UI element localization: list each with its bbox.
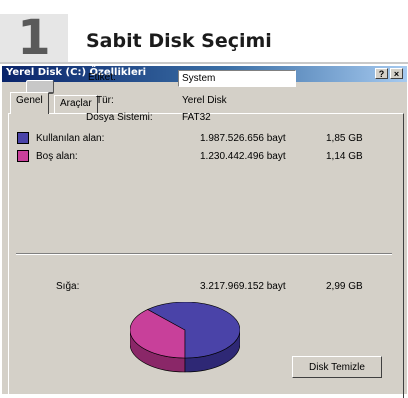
close-button[interactable]: × [390, 68, 403, 79]
capacity-size: 2,99 GB [326, 281, 363, 292]
page-header: 1 Sabit Disk Seçimi [0, 0, 408, 62]
help-button[interactable]: ? [375, 68, 388, 79]
used-space-bytes: 1.987.526.656 bayt [200, 133, 286, 144]
type-label: Tür: [96, 95, 114, 106]
used-space-color [17, 132, 29, 144]
type-value: Yerel Disk [182, 95, 227, 106]
step-number: 1 [0, 14, 68, 62]
capacity-separator [16, 253, 392, 255]
tab-general[interactable]: Genel [10, 92, 49, 114]
capacity-label: Sığa: [56, 281, 80, 292]
header-divider [0, 62, 408, 64]
tab-tools[interactable]: Araçlar [54, 95, 98, 113]
capacity-bytes: 3.217.969.152 bayt [200, 281, 286, 292]
free-space-size: 1,14 GB [326, 151, 363, 162]
dialog-title: Yerel Disk (C:) Özellikleri [6, 67, 147, 78]
label-input[interactable]: System [178, 70, 296, 87]
page-title: Sabit Disk Seçimi [86, 30, 272, 52]
label-field-label: Etiket: [88, 72, 116, 83]
disk-usage-pie-chart [130, 302, 240, 373]
free-space-color [17, 150, 29, 162]
used-space-size: 1,85 GB [326, 133, 363, 144]
disk-cleanup-button[interactable]: Disk Temizle [292, 356, 382, 378]
free-space-bytes: 1.230.442.496 bayt [200, 151, 286, 162]
used-space-label: Kullanılan alan: [36, 133, 105, 144]
file-system-label: Dosya Sistemi: [86, 112, 153, 123]
free-space-label: Boş alan: [36, 151, 78, 162]
file-system-value: FAT32 [182, 112, 211, 123]
